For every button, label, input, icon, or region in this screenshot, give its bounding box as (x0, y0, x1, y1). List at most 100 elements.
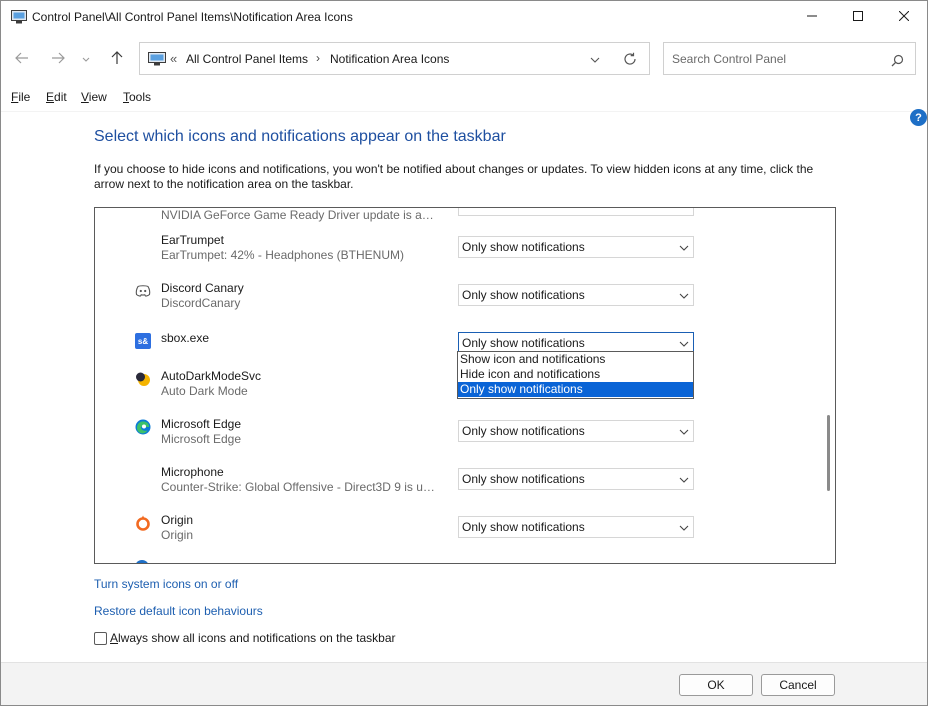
behavior-select[interactable]: Only show notifications (458, 420, 694, 442)
behavior-select[interactable]: Only show notifications (458, 468, 694, 490)
list-item-name: Discord Canary (161, 281, 244, 295)
forward-button[interactable] (48, 47, 68, 71)
maximize-button[interactable] (835, 1, 881, 33)
list-item-description: EarTrumpet: 42% - Headphones (BTHENUM) (161, 248, 404, 262)
auto-dark-mode-icon (135, 371, 151, 387)
behavior-select[interactable]: Only show notifications (458, 236, 694, 258)
up-button[interactable] (107, 47, 127, 71)
dropdown-option-only-notifications[interactable]: Only show notifications (458, 382, 693, 397)
menu-bar: File Edit View Tools (1, 85, 927, 111)
arrow-up-icon (111, 50, 123, 68)
list-item: Origin Origin Only show notifications (95, 513, 820, 559)
behavior-select-value: Only show notifications (462, 240, 585, 254)
chevron-down-icon (679, 290, 689, 300)
list-item-name: Microsoft Edge (161, 417, 242, 431)
chevron-down-icon (679, 242, 689, 252)
breadcrumb-overflow[interactable]: « (170, 51, 177, 66)
menu-edit-label: dit (54, 90, 67, 104)
address-bar[interactable]: « All Control Panel Items › Notification… (139, 42, 650, 75)
behavior-select-value: Only show notifications (462, 520, 585, 534)
arrow-right-icon (51, 52, 65, 67)
minimize-icon (807, 10, 817, 24)
chevron-down-icon (82, 52, 90, 66)
list-item-name: Microphone (161, 465, 224, 479)
page-title: Select which icons and notifications app… (94, 128, 506, 145)
list-item-description: DiscordCanary (161, 296, 241, 310)
navigation-bar: « All Control Panel Items › Notification… (1, 33, 927, 85)
menu-view-mnemonic: V (81, 90, 89, 104)
ok-button[interactable]: OK (679, 674, 753, 696)
partial-item-icon (135, 560, 149, 563)
chevron-down-icon (679, 426, 689, 436)
menu-view-label: iew (88, 90, 107, 104)
menu-file[interactable]: File (11, 90, 30, 104)
chevron-down-icon (679, 474, 689, 484)
behavior-select[interactable] (458, 208, 694, 216)
list-item: EarTrumpet EarTrumpet: 42% - Headphones … (95, 233, 820, 279)
search-icon[interactable] (888, 51, 906, 69)
control-panel-icon (148, 52, 166, 66)
help-icon[interactable]: ? (910, 109, 927, 126)
always-show-all-label[interactable]: Always show all icons and notifications … (110, 631, 396, 645)
microsoft-edge-icon (135, 419, 151, 435)
breadcrumb-all-control-panel-items[interactable]: All Control Panel Items (186, 52, 308, 66)
search-box[interactable] (663, 42, 916, 75)
breadcrumb-separator[interactable]: › (316, 51, 320, 65)
refresh-button[interactable] (620, 51, 640, 69)
menu-view[interactable]: View (81, 90, 107, 104)
behavior-dropdown-list[interactable]: Show icon and notifications Hide icon an… (457, 351, 694, 399)
search-input[interactable] (672, 50, 882, 68)
chevron-down-icon (679, 522, 689, 532)
list-item-description: NVIDIA GeForce Game Ready Driver update … (161, 208, 437, 222)
always-show-all-text: lways show all icons and notifications o… (118, 631, 396, 645)
always-show-all-mnemonic: A (110, 631, 119, 645)
behavior-select-value: Only show notifications (462, 424, 585, 438)
list-item-description: Counter-Strike: Global Offensive - Direc… (161, 480, 437, 494)
menu-edit[interactable]: Edit (46, 90, 67, 104)
address-history-button[interactable] (586, 51, 604, 67)
close-icon (898, 10, 910, 24)
menu-tools[interactable]: Tools (123, 90, 151, 104)
behavior-select[interactable]: Only show notifications (458, 284, 694, 306)
dropdown-option-hide-icon[interactable]: Hide icon and notifications (458, 367, 693, 382)
list-item-name: EarTrumpet (161, 233, 224, 247)
scrollbar-thumb[interactable] (827, 415, 830, 491)
control-panel-icon (11, 10, 27, 24)
list-item-name: AutoDarkModeSvc (161, 369, 262, 383)
title-bar: Control Panel\All Control Panel Items\No… (1, 1, 927, 33)
behavior-select-value: Only show notifications (462, 288, 585, 302)
list-scrollbar[interactable] (823, 207, 835, 564)
restore-defaults-link[interactable]: Restore default icon behaviours (94, 604, 263, 618)
chevron-down-icon (590, 52, 600, 66)
list-item: Discord Canary DiscordCanary Only show n… (95, 281, 820, 327)
list-item: Microphone Counter-Strike: Global Offens… (95, 465, 820, 511)
menu-tools-label: ools (129, 90, 152, 104)
list-item-name: Origin (161, 513, 194, 527)
breadcrumb-notification-area-icons[interactable]: Notification Area Icons (330, 52, 449, 66)
minimize-button[interactable] (789, 1, 835, 33)
maximize-icon (853, 10, 863, 24)
cancel-button[interactable]: Cancel (761, 674, 835, 696)
always-show-all-checkbox[interactable] (94, 632, 107, 645)
chevron-down-icon (679, 338, 689, 348)
sbox-icon: s& (135, 333, 151, 349)
dialog-footer: OK Cancel (1, 662, 927, 705)
recent-locations-button[interactable] (79, 47, 93, 71)
list-item-description: Auto Dark Mode (161, 384, 248, 398)
close-button[interactable] (881, 1, 927, 33)
refresh-icon (623, 52, 637, 69)
menu-edit-mnemonic: E (46, 90, 55, 104)
arrow-left-icon (15, 52, 29, 67)
list-item-name: sbox.exe (161, 331, 210, 345)
discord-icon (135, 283, 151, 299)
list-item: Microsoft Edge Microsoft Edge Only show … (95, 417, 820, 463)
turn-system-icons-link[interactable]: Turn system icons on or off (94, 577, 238, 591)
window: Control Panel\All Control Panel Items\No… (0, 0, 928, 706)
content-area: ? Select which icons and notifications a… (1, 109, 927, 662)
origin-icon (135, 515, 151, 531)
dropdown-option-show-icon[interactable]: Show icon and notifications (458, 352, 693, 367)
back-button[interactable] (12, 47, 32, 71)
window-title: Control Panel\All Control Panel Items\No… (32, 10, 353, 24)
behavior-select[interactable]: Only show notifications (458, 516, 694, 538)
list-item-description: Origin (161, 528, 194, 542)
